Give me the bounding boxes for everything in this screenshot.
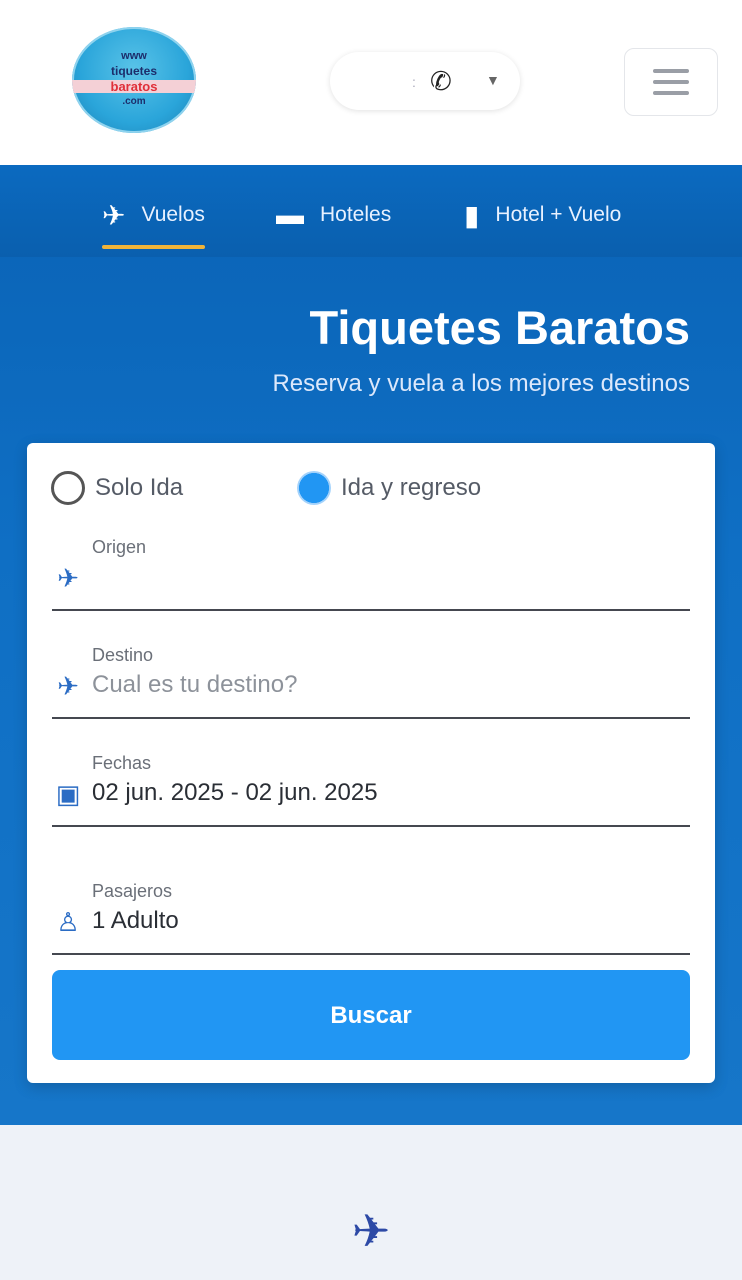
radio-solo-ida[interactable]: Solo Ida (51, 471, 183, 505)
calendar-icon: ▣ (55, 779, 81, 809)
field-underline (52, 717, 690, 719)
destination-input[interactable]: Cual es tu destino? (92, 671, 297, 699)
top-header: www tiquetes baratos .com : ✆ ▼ (0, 0, 742, 165)
bed-icon: ▬ (276, 199, 304, 230)
plane-landing-icon: ✈ (57, 671, 79, 701)
logo-text-line-4: .com (122, 96, 146, 107)
logo-text-line-1: www (121, 50, 147, 62)
field-label: Pasajeros (92, 881, 173, 901)
destination-field[interactable]: Destino ✈ Cual es tu destino? (52, 645, 690, 725)
chevron-down-icon: ▼ (486, 72, 500, 88)
tab-label: Vuelos (141, 203, 205, 226)
plane-takeoff-icon: ✈ (57, 563, 79, 593)
tab-label: Hoteles (320, 203, 392, 226)
passengers-input[interactable]: 1 Adulto (92, 907, 179, 935)
hamburger-icon (653, 69, 689, 73)
origin-field[interactable]: Origen ✈ (52, 537, 690, 617)
field-label: Origen (92, 537, 147, 557)
plane-icon: ✈ (351, 1205, 391, 1257)
phone-dropdown[interactable]: : ✆ ▼ (330, 52, 520, 110)
logo-text-line-3: baratos (72, 80, 196, 93)
field-underline (52, 609, 690, 611)
passengers-field[interactable]: Pasajeros ♙ 1 Adulto (52, 881, 690, 961)
people-icon: ♙ (56, 907, 80, 937)
radio-label: Ida y regreso (341, 474, 482, 501)
field-label: Fechas (92, 753, 152, 773)
tab-vuelos[interactable]: ✈ Vuelos (102, 193, 205, 249)
product-tabs: ✈ Vuelos ▬ Hoteles ▮ Hotel + Vuelo (0, 165, 742, 257)
hamburger-icon-bar-2 (653, 80, 689, 84)
tab-hoteles[interactable]: ▬ Hoteles (276, 193, 391, 237)
search-form: Solo Ida Ida y regreso Origen ✈ Destino … (27, 443, 715, 1083)
radio-circle[interactable] (51, 471, 85, 505)
radio-circle[interactable] (297, 471, 331, 505)
logo-text-line-2: tiquetes (110, 64, 157, 78)
field-underline (52, 825, 690, 827)
page-title: Tiquetes Baratos (309, 301, 690, 354)
luggage-icon: ▮ (464, 199, 480, 231)
search-button[interactable]: Buscar (52, 970, 690, 1060)
tab-hotel-vuelo[interactable]: ▮ Hotel + Vuelo (464, 193, 621, 237)
tab-label: Hotel + Vuelo (495, 203, 622, 226)
separator: : (412, 74, 416, 90)
phone-icon: ✆ (430, 66, 452, 96)
dates-field[interactable]: Fechas ▣ 02 jun. 2025 - 02 jun. 2025 (52, 753, 690, 833)
radio-label: Solo Ida (95, 474, 184, 501)
field-underline (52, 953, 690, 955)
field-label: Destino (92, 645, 154, 665)
radio-ida-y-regreso[interactable]: Ida y regreso (297, 471, 481, 505)
hamburger-icon-bar-3 (653, 91, 689, 95)
logo[interactable]: www tiquetes baratos .com (72, 27, 196, 133)
menu-button[interactable] (624, 48, 718, 116)
plane-icon: ✈ (102, 199, 126, 231)
dates-input[interactable]: 02 jun. 2025 - 02 jun. 2025 (92, 779, 378, 807)
page-subtitle: Reserva y vuela a los mejores destinos (272, 370, 690, 397)
